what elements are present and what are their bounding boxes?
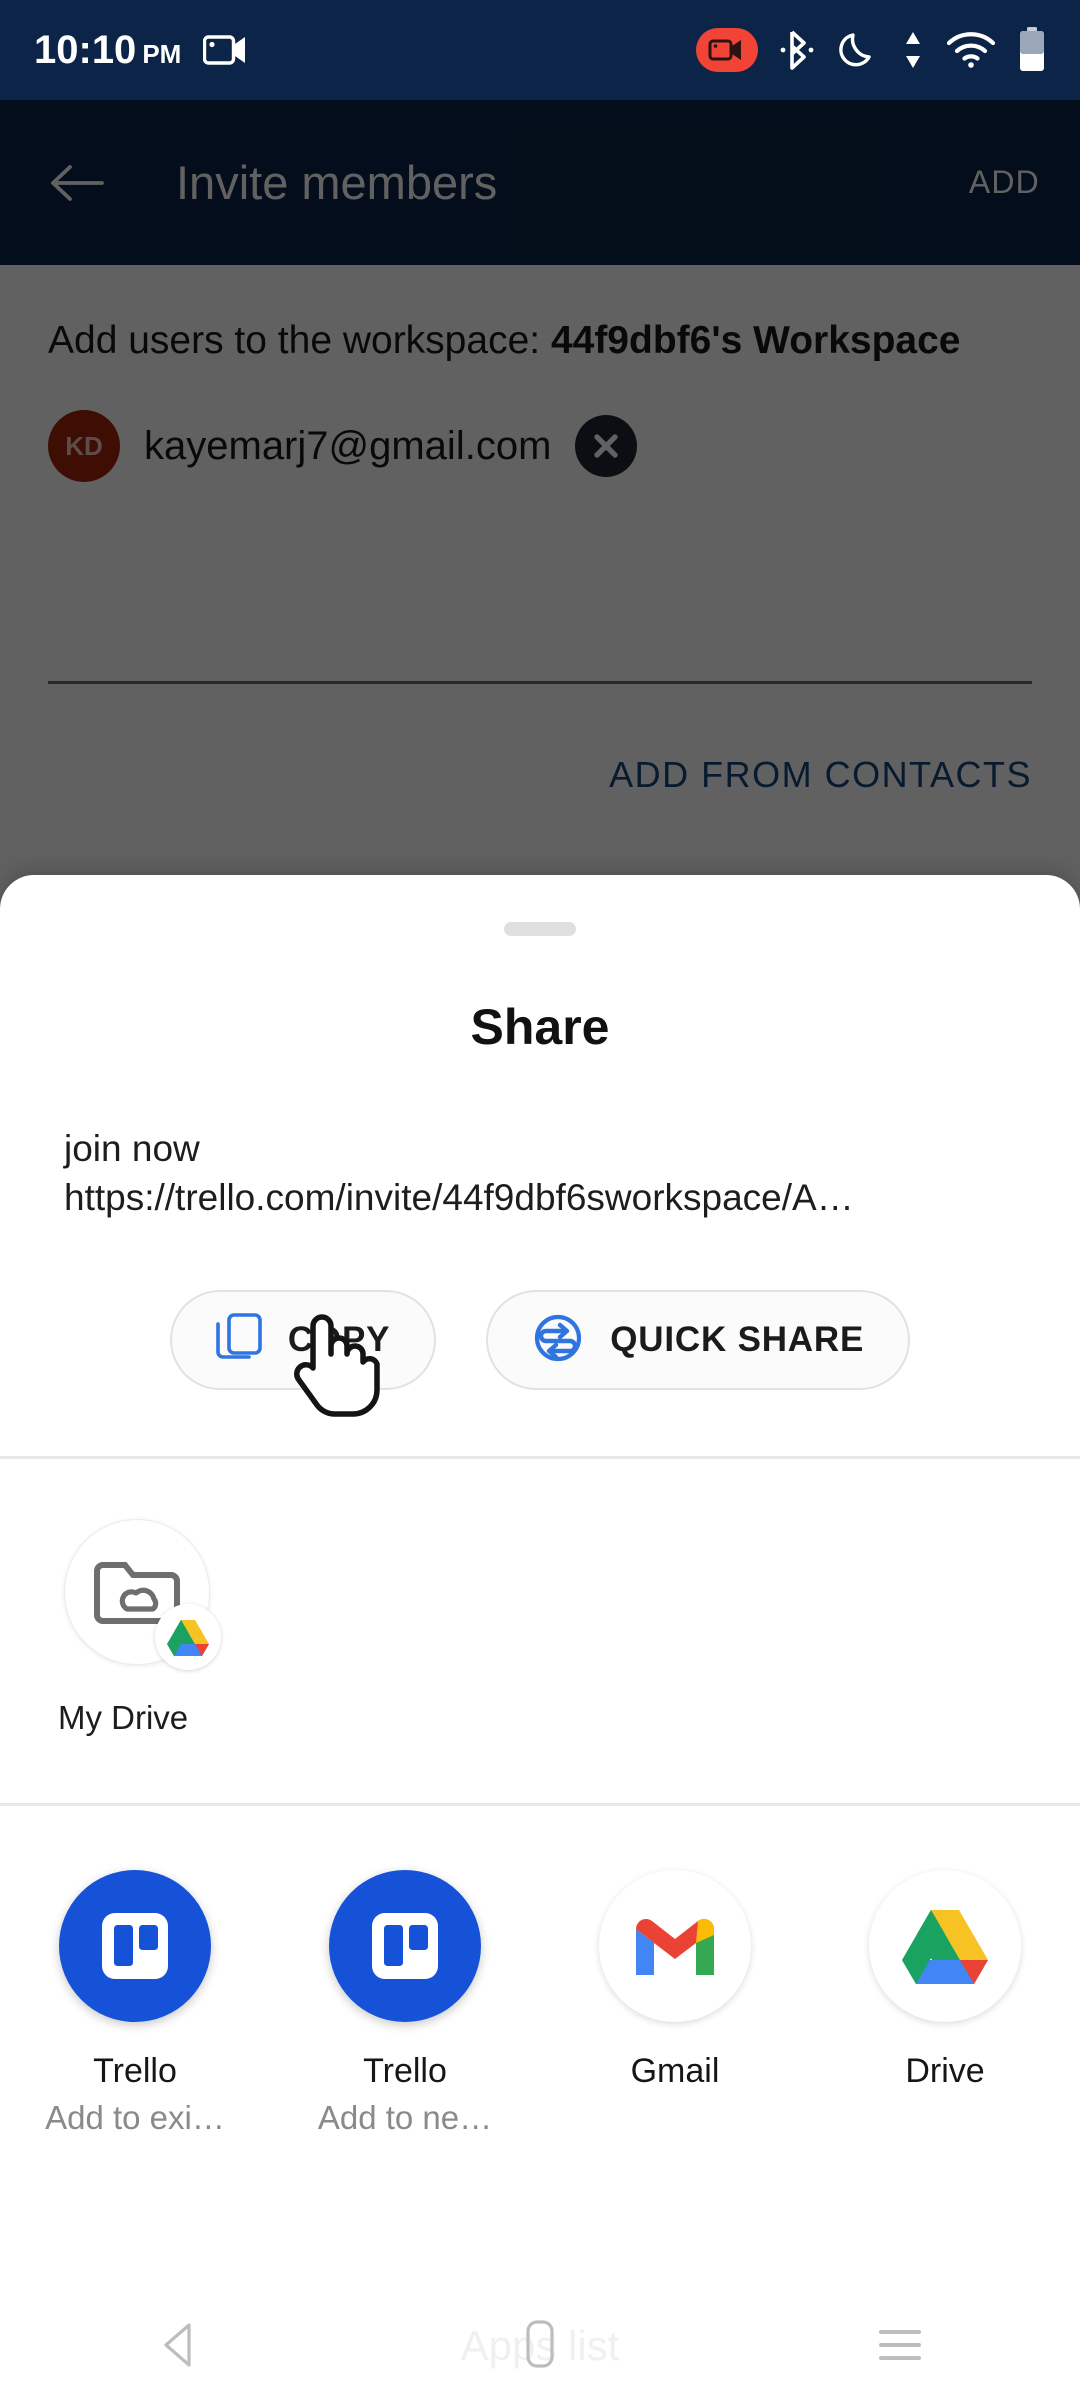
my-drive-shortcut[interactable]: My Drive bbox=[56, 1519, 256, 1737]
share-preview-text: join now https://trello.com/invite/44f9d… bbox=[64, 1124, 1016, 1222]
copy-icon bbox=[216, 1313, 262, 1368]
folder-cloud-icon bbox=[64, 1519, 221, 1671]
copy-button-label: COPY bbox=[287, 1320, 391, 1360]
app-name: Drive bbox=[905, 2052, 985, 2091]
do-not-disturb-moon-icon bbox=[836, 28, 880, 72]
share-target-trello-new[interactable]: Trello Add to ne… bbox=[270, 1870, 540, 2137]
nav-home-icon[interactable] bbox=[460, 2317, 620, 2373]
share-preview-line-1: join now bbox=[64, 1128, 200, 1169]
app-name: Gmail bbox=[630, 2052, 720, 2091]
status-bar: 10:10 PM bbox=[0, 0, 1080, 100]
status-bar-ampm: PM bbox=[142, 38, 182, 69]
wifi-icon bbox=[946, 30, 996, 70]
drive-shortcut-section: My Drive bbox=[0, 1459, 1080, 1737]
status-bar-clock: 10:10 PM bbox=[34, 28, 181, 73]
nav-recents-icon[interactable] bbox=[820, 2322, 980, 2368]
trello-icon bbox=[329, 1870, 481, 2023]
status-bar-left: 10:10 PM bbox=[34, 28, 247, 73]
status-bar-right bbox=[696, 27, 1046, 73]
nav-back-icon[interactable] bbox=[100, 2319, 260, 2371]
share-target-gmail[interactable]: Gmail bbox=[540, 1870, 810, 2137]
quick-share-icon bbox=[532, 1312, 584, 1369]
quick-share-button[interactable]: QUICK SHARE bbox=[486, 1290, 911, 1391]
sheet-title: Share bbox=[470, 999, 610, 1055]
app-name: Trello bbox=[93, 2052, 177, 2091]
app-targets-row: Trello Add to exi… Trello Add to ne… Gma… bbox=[0, 1806, 1080, 2137]
google-drive-icon bbox=[155, 1604, 221, 1671]
status-bar-time: 10:10 bbox=[34, 27, 137, 72]
trello-icon bbox=[59, 1870, 211, 2023]
my-drive-label: My Drive bbox=[58, 1699, 189, 1737]
share-target-trello-existing[interactable]: Trello Add to exi… bbox=[0, 1870, 270, 2137]
app-subtitle: Add to exi… bbox=[45, 2099, 225, 2137]
google-drive-icon bbox=[869, 1870, 1021, 2023]
sheet-drag-handle[interactable] bbox=[504, 922, 576, 936]
data-transfer-icon bbox=[902, 28, 924, 72]
battery-icon bbox=[1018, 27, 1046, 73]
bluetooth-icon bbox=[780, 28, 814, 72]
share-target-drive[interactable]: Drive bbox=[810, 1870, 1080, 2137]
app-subtitle: Add to ne… bbox=[317, 2099, 493, 2137]
share-bottom-sheet: Share join now https://trello.com/invite… bbox=[0, 875, 1080, 2400]
screen-record-icon bbox=[203, 33, 247, 67]
app-name: Trello bbox=[363, 2052, 447, 2091]
share-action-row: COPY QUICK SHARE bbox=[0, 1290, 1080, 1391]
screen-record-badge-icon bbox=[696, 28, 758, 72]
share-preview-line-2: https://trello.com/invite/44f9dbf6sworks… bbox=[64, 1177, 854, 1219]
quick-share-button-label: QUICK SHARE bbox=[610, 1320, 865, 1360]
system-nav-bar: Apps list bbox=[0, 2290, 1080, 2400]
gmail-icon bbox=[599, 1870, 751, 2023]
copy-button[interactable]: COPY bbox=[169, 1290, 437, 1391]
